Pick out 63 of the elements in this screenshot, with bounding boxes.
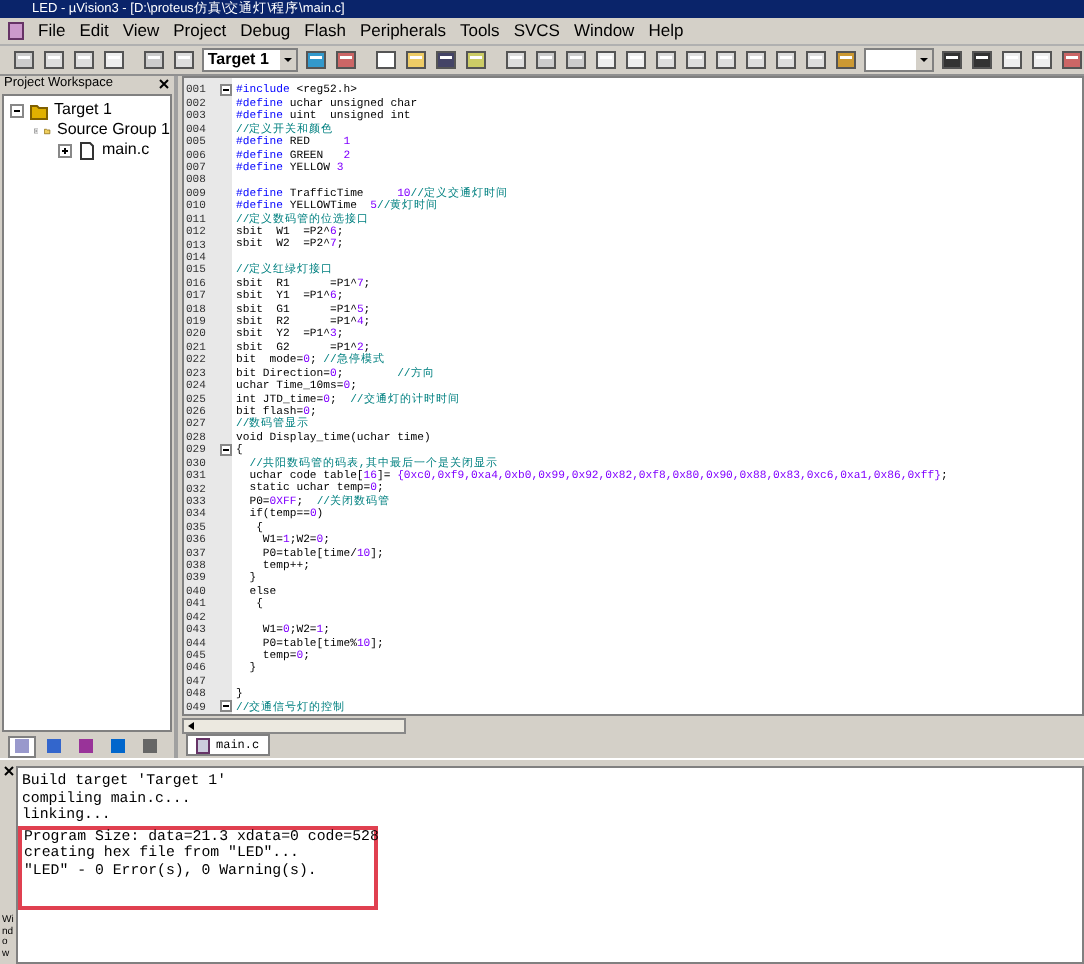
document-icon (8, 22, 24, 40)
search-select[interactable] (864, 48, 934, 72)
menu-item[interactable]: Help (648, 18, 684, 44)
toolbar-icon[interactable] (714, 48, 739, 72)
toolbar-icon[interactable] (464, 48, 489, 72)
toolbar-icon[interactable] (804, 48, 829, 72)
files-icon (14, 738, 30, 754)
toolbar-icon[interactable] (594, 48, 619, 72)
toolbar-icon[interactable] (141, 48, 166, 72)
toolbar-icon[interactable] (624, 48, 649, 72)
toolbar-icon[interactable] (1059, 48, 1084, 72)
registers-icon (46, 738, 62, 754)
toolbar-icon[interactable] (12, 48, 36, 72)
tree-item[interactable]: Source Group 1 (57, 118, 170, 142)
toolbar-icon[interactable] (969, 48, 994, 72)
fold-icon[interactable] (220, 444, 232, 457)
tree-item[interactable]: Target 1 (54, 98, 112, 122)
toolbar-icon[interactable] (999, 48, 1024, 72)
menu-item[interactable]: Peripherals (359, 18, 446, 44)
toolbar-icon[interactable] (564, 48, 589, 72)
toolbar-icon[interactable] (374, 48, 399, 72)
dropdown-icon (279, 50, 296, 70)
toolbar-icon[interactable] (939, 48, 964, 72)
menu-item[interactable]: Debug (240, 18, 291, 44)
toolbar-icon[interactable] (684, 48, 709, 72)
toolbar-icon[interactable] (102, 48, 126, 72)
menu-item[interactable]: Edit (79, 18, 109, 44)
toolbar-icon[interactable] (1029, 48, 1054, 72)
functions-icon (110, 738, 126, 754)
menu-item[interactable]: Flash (304, 18, 346, 44)
close-icon[interactable] (158, 78, 170, 90)
workspace-tab[interactable] (8, 735, 36, 757)
dropdown-icon (915, 50, 932, 70)
toolbar-icon[interactable] (434, 48, 459, 72)
toolbar-icon[interactable] (504, 48, 529, 72)
menu-item[interactable]: Window (573, 18, 635, 44)
close-icon[interactable] (3, 766, 13, 776)
menu-item[interactable]: View (122, 18, 160, 44)
toolbar-icon[interactable] (72, 48, 96, 72)
fold-icon[interactable] (220, 84, 232, 97)
toolbar-icon[interactable] (834, 48, 859, 72)
toolbar-icon[interactable] (42, 48, 66, 72)
toolbar-icon[interactable] (404, 48, 429, 72)
toolbar-icon[interactable] (303, 48, 328, 72)
file-icon (78, 141, 96, 159)
menu-item[interactable]: Project (173, 18, 227, 44)
target-select[interactable]: Target 1 (201, 48, 298, 72)
tree-item[interactable]: main.c (102, 138, 150, 162)
toolbar-icon[interactable] (744, 48, 769, 72)
toolbar-icon[interactable] (333, 48, 358, 72)
menu-item[interactable]: Tools (459, 18, 500, 44)
toolbar-icon[interactable] (171, 48, 196, 72)
fold-icon[interactable] (220, 700, 232, 713)
collapse-icon[interactable] (10, 103, 24, 117)
toolbar-icon[interactable] (534, 48, 559, 72)
books-icon (78, 738, 94, 754)
templates-icon (142, 738, 158, 754)
file-icon (196, 737, 210, 753)
toolbar-icon[interactable] (774, 48, 799, 72)
expand-icon[interactable] (58, 143, 72, 157)
menu-item[interactable]: SVCS (513, 18, 560, 44)
menu-item[interactable]: File (38, 18, 66, 44)
toolbar-icon[interactable] (654, 48, 679, 72)
